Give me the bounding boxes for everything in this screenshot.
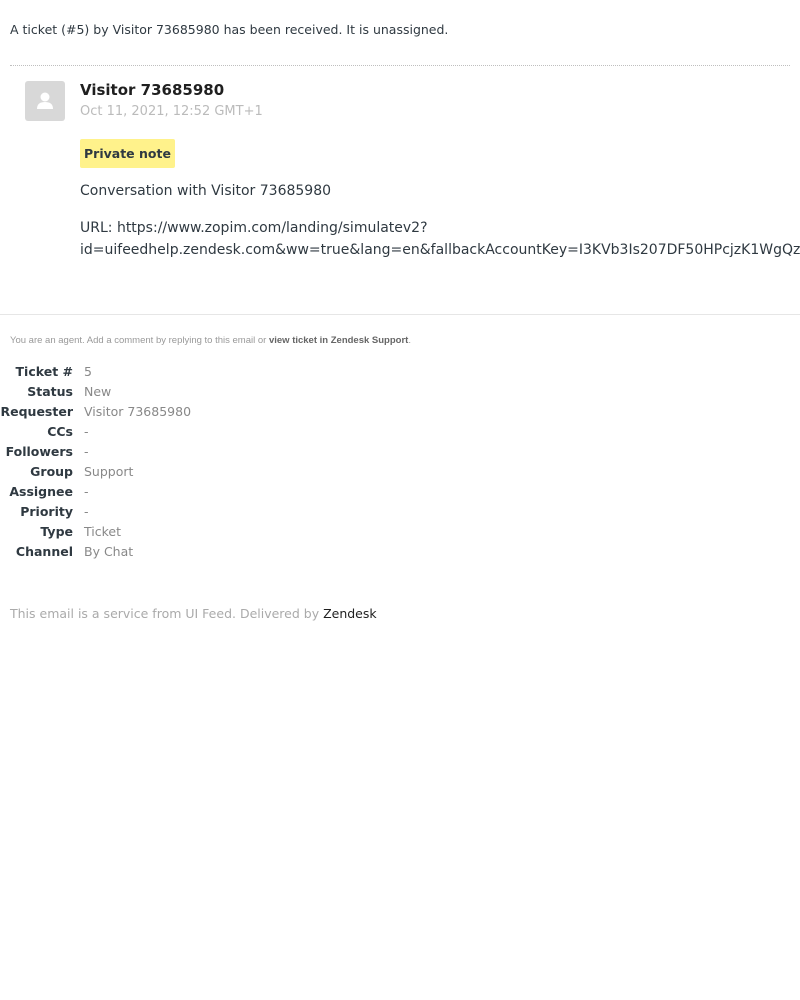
agent-note: You are an agent. Add a comment by reply… <box>10 335 411 346</box>
avatar <box>25 81 65 121</box>
comment-conversation-line: Conversation with Visitor 73685980 <box>80 183 332 199</box>
property-value: Support <box>84 464 134 479</box>
agent-note-suffix: . <box>408 335 411 346</box>
property-value: - <box>84 424 89 439</box>
user-silhouette-icon <box>37 92 53 109</box>
ticket-intro-text: A ticket (#5) by Visitor 73685980 has be… <box>10 22 449 37</box>
property-row-type: Type Ticket <box>0 524 400 544</box>
private-note-badge: Private note <box>80 139 175 168</box>
footer-text: This email is a service from UI Feed. De… <box>10 606 324 621</box>
property-value: Visitor 73685980 <box>84 404 192 419</box>
property-label: CCs <box>47 424 73 439</box>
property-label: Followers <box>5 444 73 459</box>
property-label: Assignee <box>9 484 73 499</box>
property-row-channel: Channel By Chat <box>0 544 400 564</box>
property-row-requester: Requester Visitor 73685980 <box>0 404 400 424</box>
property-value: 5 <box>84 364 92 379</box>
comment-author: Visitor 73685980 <box>80 81 225 99</box>
view-ticket-link[interactable]: view ticket in Zendesk Support <box>269 335 408 346</box>
comment-timestamp: Oct 11, 2021, 12:52 GMT+1 <box>80 104 263 119</box>
comment-url-line-continued: id=uifeedhelp.zendesk.com&ww=true&lang=e… <box>80 242 800 258</box>
zendesk-link[interactable]: Zendesk <box>323 606 377 621</box>
property-label: Channel <box>15 544 73 559</box>
property-value: - <box>84 444 89 459</box>
property-label: Ticket # <box>15 364 73 379</box>
property-value: Ticket <box>84 524 121 539</box>
header-divider <box>10 65 790 66</box>
property-row-followers: Followers - <box>0 444 400 464</box>
property-label: Group <box>30 464 73 479</box>
property-row-assignee: Assignee - <box>0 484 400 504</box>
property-row-ccs: CCs - <box>0 424 400 444</box>
property-value: - <box>84 504 89 519</box>
agent-note-text: You are an agent. Add a comment by reply… <box>10 335 269 346</box>
property-label: Type <box>40 524 73 539</box>
property-value: By Chat <box>84 544 134 559</box>
property-label: Priority <box>20 504 73 519</box>
content-divider <box>0 314 800 315</box>
property-value: - <box>84 484 89 499</box>
property-row-group: Group Support <box>0 464 400 484</box>
property-row-status: Status New <box>0 384 400 404</box>
property-row-priority: Priority - <box>0 504 400 524</box>
property-value: New <box>84 384 112 399</box>
comment-url-line: URL: https://www.zopim.com/landing/simul… <box>80 220 428 236</box>
footer: This email is a service from UI Feed. De… <box>10 606 377 621</box>
property-label: Status <box>27 384 73 399</box>
property-label: Requester <box>0 404 74 419</box>
property-row-ticket-number: Ticket # 5 <box>0 364 400 384</box>
